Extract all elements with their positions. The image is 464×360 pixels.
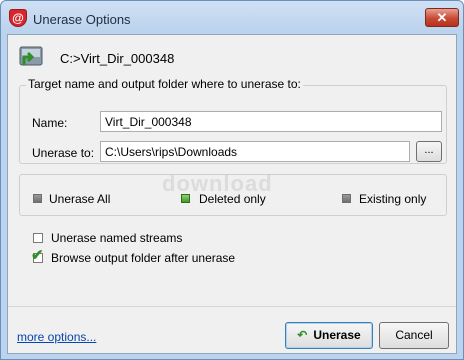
browse-folder-button[interactable]: ...	[416, 141, 442, 162]
unerase-options-window: @ Unerase Options ✕ C:>Virt_Dir_000348 T…	[0, 0, 464, 360]
folder-label: Unerase to:	[32, 146, 95, 160]
named-streams-label[interactable]: Unerase named streams	[51, 231, 182, 245]
name-label: Name:	[32, 116, 68, 130]
name-input[interactable]	[100, 111, 442, 132]
mode-existing-only-label[interactable]: Existing only	[359, 192, 426, 206]
output-folder-input[interactable]	[100, 141, 410, 162]
mode-unerase-all-radio[interactable]	[33, 194, 42, 203]
mode-deleted-only-radio[interactable]	[181, 194, 190, 203]
more-options-link[interactable]: more options...	[17, 330, 96, 344]
unerase-button-label: Unerase	[313, 328, 361, 342]
drive-restore-icon	[19, 46, 43, 66]
mode-unerase-all-label[interactable]: Unerase All	[49, 192, 110, 206]
dialog-body: C:>Virt_Dir_000348 Target name and outpu…	[7, 34, 457, 354]
checkmark-icon: ✔	[31, 247, 44, 264]
target-group-label: Target name and output folder where to u…	[26, 77, 303, 91]
browse-after-label[interactable]: Browse output folder after unerase	[51, 251, 235, 265]
cancel-button[interactable]: Cancel	[379, 322, 449, 349]
source-path: C:>Virt_Dir_000348	[60, 51, 175, 66]
close-button[interactable]: ✕	[425, 8, 459, 27]
footer-divider	[8, 306, 456, 307]
mode-existing-only-radio[interactable]	[342, 194, 351, 203]
mode-deleted-only-label[interactable]: Deleted only	[199, 192, 266, 206]
title-bar: @ Unerase Options ✕	[1, 1, 463, 35]
undo-arrow-icon: ↶	[297, 328, 308, 342]
window-title: Unerase Options	[33, 12, 131, 27]
named-streams-checkbox[interactable]	[33, 233, 43, 243]
unerase-button[interactable]: ↶ Unerase	[285, 322, 373, 349]
app-logo-icon: @	[9, 9, 27, 27]
